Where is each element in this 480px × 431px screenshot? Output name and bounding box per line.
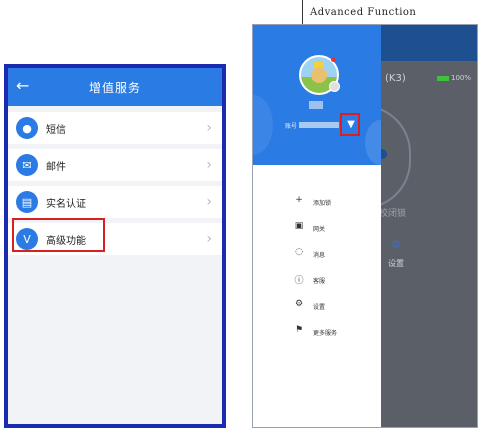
background-header — [381, 25, 477, 61]
menu-item-label: 消息 — [313, 251, 326, 259]
list-item-sms[interactable]: ● 短信 › — [8, 112, 222, 144]
v-badge-icon: V — [16, 228, 38, 250]
menu-item-messages[interactable]: ◌ 消息 — [253, 241, 381, 267]
menu-item-label: 设置 — [313, 303, 326, 311]
menu-item-label: 更多服务 — [313, 329, 338, 337]
decor-circle — [253, 95, 273, 155]
menu-item-label: 添加锁 — [313, 199, 332, 207]
chevron-right-icon: › — [206, 120, 212, 136]
gateway-icon: ▣ — [294, 221, 304, 231]
username-masked — [309, 101, 323, 109]
account-label: 账号 — [285, 123, 298, 130]
right-phone-screen: (K3) 100% 校闭锁 ⚙ 设置 账号 ▼ + 添加锁 ▣ 网关 ◌ 消息 … — [252, 24, 478, 428]
avatar-badge-icon — [329, 81, 340, 92]
gear-icon[interactable]: ⚙ — [391, 238, 401, 251]
drawer-header: 账号 ▼ — [253, 25, 381, 165]
chevron-right-icon: › — [206, 194, 212, 210]
envelope-icon: ✉ — [16, 154, 38, 176]
avatar-character — [311, 67, 327, 83]
chat-icon: ◌ — [295, 247, 303, 257]
battery-icon — [436, 75, 449, 81]
list-item-label: 高级功能 — [46, 235, 86, 247]
list-item-advanced[interactable]: V 高级功能 › — [8, 223, 222, 255]
background-app: (K3) 100% 校闭锁 ⚙ 设置 — [363, 25, 477, 427]
menu-item-settings[interactable]: ⚙ 设置 — [253, 293, 381, 319]
info-icon: ⓘ — [294, 276, 304, 286]
plus-icon: + — [295, 195, 303, 205]
battery-indicator: 100% — [436, 74, 471, 82]
menu-item-support[interactable]: ⓘ 客服 — [253, 267, 381, 293]
callout-label: Advanced Function — [310, 7, 417, 18]
lock-status: 校闭锁 — [379, 209, 407, 219]
side-drawer: 账号 ▼ + 添加锁 ▣ 网关 ◌ 消息 ⓘ 客服 ⚙ 设置 ⚑ 更多服务 — [253, 25, 381, 427]
arrow-left-icon[interactable]: ← — [16, 76, 36, 96]
message-bubble-icon: ● — [16, 117, 38, 139]
list-item-verification[interactable]: ▤ 实名认证 › — [8, 186, 222, 218]
menu-item-gateway[interactable]: ▣ 网关 — [253, 215, 381, 241]
app-header: ← 增值服务 — [8, 68, 222, 106]
list-item-email[interactable]: ✉ 邮件 › — [8, 149, 222, 181]
service-list: ● 短信 › ✉ 邮件 › ▤ 实名认证 › V 高级功能 › — [8, 106, 222, 255]
list-item-label: 短信 — [46, 124, 66, 136]
bookmark-icon: ⚑ — [294, 325, 304, 335]
list-item-label: 实名认证 — [46, 198, 86, 210]
drawer-menu: + 添加锁 ▣ 网关 ◌ 消息 ⓘ 客服 ⚙ 设置 ⚑ 更多服务 — [253, 189, 381, 345]
page-title: 增值服务 — [88, 80, 141, 95]
menu-item-label: 网关 — [313, 225, 326, 233]
device-name: (K3) — [385, 73, 406, 84]
list-item-label: 邮件 — [46, 161, 66, 173]
chevron-right-icon: › — [206, 231, 212, 247]
menu-item-more-services[interactable]: ⚑ 更多服务 — [253, 319, 381, 345]
chevron-right-icon: › — [206, 157, 212, 173]
v-badge-icon[interactable]: ▼ — [343, 115, 359, 133]
gear-icon: ⚙ — [294, 299, 304, 309]
left-phone-screen: ← 增值服务 ● 短信 › ✉ 邮件 › ▤ 实名认证 › V 高级功能 › — [4, 64, 226, 428]
menu-item-add-lock[interactable]: + 添加锁 — [253, 189, 381, 215]
settings-label: 设置 — [388, 259, 404, 268]
id-card-icon: ▤ — [16, 191, 38, 213]
decor-circle — [365, 120, 381, 165]
menu-item-label: 客服 — [313, 277, 326, 285]
account-masked — [299, 122, 339, 128]
battery-text: 100% — [450, 74, 471, 82]
notification-dot — [331, 57, 336, 62]
